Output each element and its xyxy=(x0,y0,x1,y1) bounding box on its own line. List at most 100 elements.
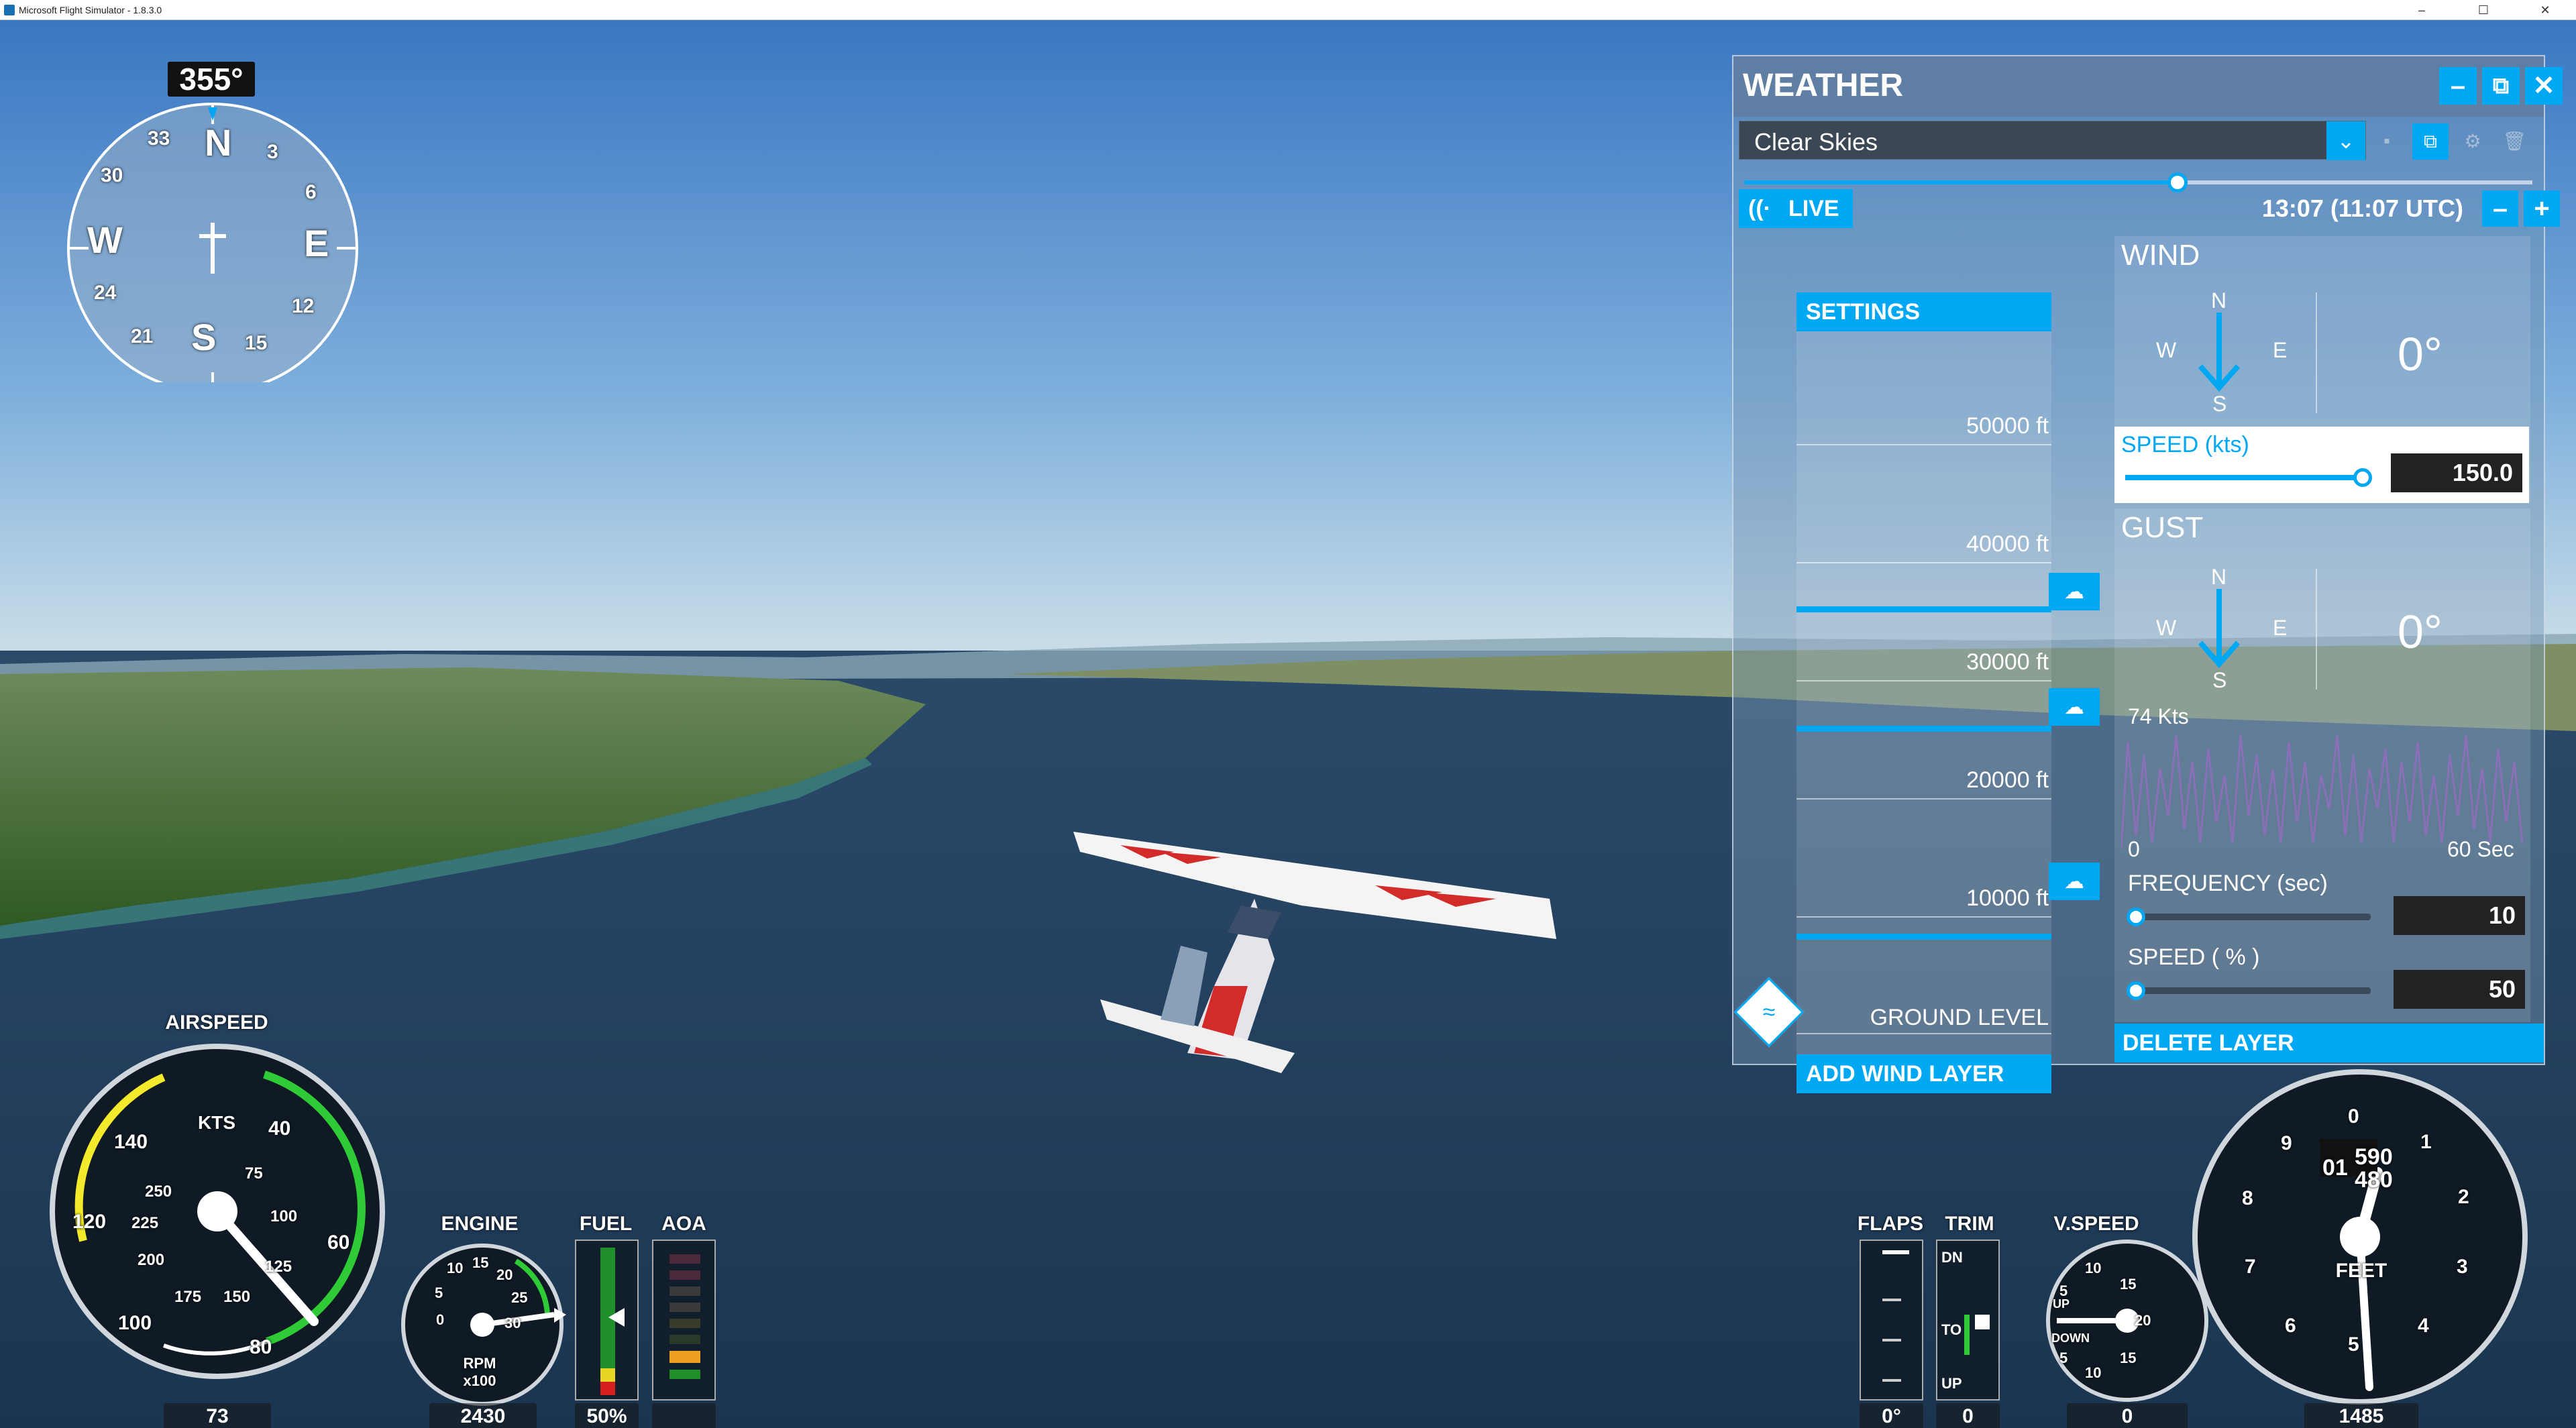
engine-tick-20: 20 xyxy=(496,1266,513,1283)
compass-west: W xyxy=(87,219,123,261)
altitude-line-30000 xyxy=(1796,680,2051,681)
airspeed-tick-250: 250 xyxy=(145,1183,172,1201)
airspeed-tick-225: 225 xyxy=(131,1214,159,1232)
vspeed-tick-15-up: 15 xyxy=(2120,1276,2137,1293)
gust-direction-arrow-icon xyxy=(2198,589,2241,669)
wind-layer-line[interactable] xyxy=(1796,726,2051,732)
gust-compass-s: S xyxy=(2212,668,2227,692)
engine-tick-10: 10 xyxy=(447,1260,464,1276)
preset-value: Clear Skies xyxy=(1754,128,1878,156)
gust-speed-track[interactable] xyxy=(2136,987,2371,994)
chevron-down-icon[interactable]: ⌄ xyxy=(2326,121,2365,160)
engine-tick-30: 30 xyxy=(504,1315,521,1331)
wind-speed-value[interactable]: 150.0 xyxy=(2391,453,2522,492)
add-wind-layer-button[interactable]: ADD WIND LAYER xyxy=(1796,1054,2051,1093)
engine-value: 2430 xyxy=(429,1403,537,1428)
flight-view[interactable]: 355° N E S W 3 6 12 15 21 24 30 33 AIRSP… xyxy=(0,20,2576,1428)
minimize-button[interactable]: – xyxy=(2391,0,2453,20)
settings-gear-icon[interactable]: ⚙ xyxy=(2457,125,2489,157)
trim-dn: DN xyxy=(1941,1249,1963,1266)
maximize-button[interactable]: ☐ xyxy=(2453,0,2514,20)
altimeter-tick-2: 2 xyxy=(2458,1186,2469,1208)
close-button[interactable]: ✕ xyxy=(2514,0,2576,20)
altimeter-tick-8: 8 xyxy=(2242,1187,2253,1209)
compass-north: N xyxy=(205,121,232,164)
gust-compass-n: N xyxy=(2211,565,2227,589)
flaps-value: 0° xyxy=(1860,1403,1923,1428)
altimeter-tick-5: 5 xyxy=(2348,1333,2359,1356)
flaps-indicator xyxy=(1860,1240,1923,1400)
wind-speed-control[interactable]: SPEED (kts) 150.0 xyxy=(2114,427,2529,503)
compass-south: S xyxy=(191,316,217,358)
gust-graph-max: 74 Kts xyxy=(2128,704,2189,728)
altitude-column[interactable]: SETTINGS 50000 ft 40000 ft 30000 ft 2000… xyxy=(1796,292,2051,1093)
trim-title: TRIM xyxy=(1945,1213,1994,1235)
aoa-indicator xyxy=(652,1240,716,1400)
gust-speed-thumb[interactable] xyxy=(2127,981,2145,1000)
trim-indicator: DN TO UP xyxy=(1936,1240,2000,1400)
time-slider[interactable] xyxy=(1744,172,2532,193)
altitude-label-ground: GROUND LEVEL xyxy=(1870,1005,2049,1030)
frequency-track[interactable] xyxy=(2136,914,2371,920)
trash-icon[interactable]: 🗑 xyxy=(2498,125,2530,157)
vspeed-tick-20: 20 xyxy=(2135,1312,2151,1329)
minimize-panel-button[interactable]: – xyxy=(2439,67,2477,105)
settings-tab[interactable]: SETTINGS xyxy=(1796,292,2051,331)
vspeed-tick-15-down: 15 xyxy=(2120,1350,2137,1366)
airspeed-tick-150: 150 xyxy=(223,1288,251,1306)
time-increase-button[interactable]: + xyxy=(2524,190,2560,227)
compass-mark-24: 24 xyxy=(94,282,117,304)
window-title: Microsoft Flight Simulator - 1.8.3.0 xyxy=(19,4,162,15)
close-panel-button[interactable]: ✕ xyxy=(2525,67,2563,105)
airspeed-tick-80: 80 xyxy=(250,1336,272,1358)
airspeed-title: AIRSPEED xyxy=(165,1011,268,1034)
vspeed-gauge xyxy=(2046,1240,2208,1402)
preset-dropdown[interactable]: Clear Skies ⌄ xyxy=(1739,121,2366,160)
vspeed-value: 0 xyxy=(2067,1403,2188,1428)
altimeter-tick-7: 7 xyxy=(2245,1256,2256,1278)
altimeter-digits-roll-bot: 480 xyxy=(2355,1167,2393,1193)
fuel-title: FUEL xyxy=(579,1213,633,1235)
fuel-value: 50% xyxy=(575,1403,639,1428)
delete-layer-button[interactable]: DELETE LAYER xyxy=(2114,1024,2544,1062)
save-preset-icon[interactable]: ▪ xyxy=(2371,125,2403,157)
frequency-thumb[interactable] xyxy=(2127,908,2145,926)
weather-title: WEATHER xyxy=(1743,68,1904,103)
live-button[interactable]: ((· LIVE xyxy=(1739,189,1853,228)
cloud-layer-icon[interactable]: ☁ xyxy=(2049,573,2100,610)
wind-layer-line[interactable] xyxy=(1796,606,2051,612)
time-slider-thumb[interactable] xyxy=(2167,172,2188,193)
wind-speed-thumb[interactable] xyxy=(2353,468,2372,487)
live-label: LIVE xyxy=(1788,195,1839,221)
altitude-line-20000 xyxy=(1796,798,2051,800)
gust-speed-value[interactable]: 50 xyxy=(2394,970,2525,1009)
frequency-value[interactable]: 10 xyxy=(2394,896,2525,935)
altimeter-gauge xyxy=(2192,1069,2528,1405)
wind-direction-arrow-icon xyxy=(2198,313,2241,392)
altimeter-units: FEET xyxy=(2335,1260,2387,1282)
app-icon xyxy=(4,4,15,15)
cloud-layer-icon[interactable]: ☁ xyxy=(2049,863,2100,900)
gust-graph-min: 0 xyxy=(2128,837,2140,861)
detach-panel-button[interactable]: ⧉ xyxy=(2482,67,2520,105)
altitude-line-40000 xyxy=(1796,562,2051,563)
gust-speed-label: SPEED ( % ) xyxy=(2128,944,2260,970)
time-decrease-button[interactable]: – xyxy=(2482,190,2518,227)
wind-direction-value: 0° xyxy=(2398,328,2443,380)
fuel-gauge xyxy=(575,1240,639,1400)
wind-compass-e: E xyxy=(2273,338,2288,362)
live-icon: ((· xyxy=(1748,195,1771,221)
altitude-label-10000: 10000 ft xyxy=(1966,885,2049,911)
gust-graph-span: 60 Sec xyxy=(2447,837,2514,861)
altitude-label-40000: 40000 ft xyxy=(1966,531,2049,557)
engine-tick-15: 15 xyxy=(472,1254,489,1271)
airspeed-tick-60: 60 xyxy=(327,1231,350,1254)
copy-preset-icon[interactable]: ⧉ xyxy=(2412,123,2449,160)
wind-layer-line[interactable] xyxy=(1796,934,2051,940)
altimeter-tick-0: 0 xyxy=(2348,1105,2359,1128)
compass-mark-6: 6 xyxy=(305,181,317,203)
wind-speed-track[interactable] xyxy=(2125,475,2360,480)
altimeter-tick-1: 1 xyxy=(2420,1131,2432,1153)
wind-divider xyxy=(2316,292,2317,413)
cloud-layer-icon[interactable]: ☁ xyxy=(2049,688,2100,726)
